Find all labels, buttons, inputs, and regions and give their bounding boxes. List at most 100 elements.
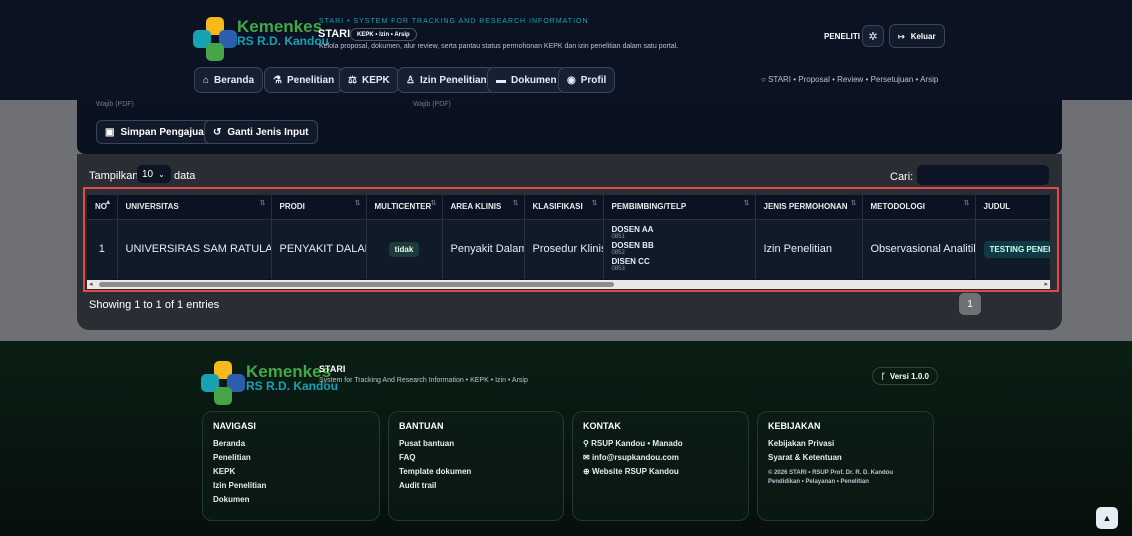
gear-icon: ✲ [868, 30, 878, 43]
footer-link-beranda[interactable]: Beranda [213, 437, 369, 451]
footer-kebijakan: KEBIJAKAN Kebijakan Privasi Syarat & Ket… [757, 411, 934, 521]
nav-penelitian[interactable]: ⚗ Penelitian [264, 67, 344, 93]
column-header-metodologi[interactable]: METODOLOGI ⇅ [862, 195, 976, 220]
footer-link-terms[interactable]: Syarat & Ketentuan [768, 451, 923, 465]
footer-link-audit-trail[interactable]: Audit trail [399, 479, 553, 493]
stamp-icon: ♙ [406, 74, 415, 86]
search-label: Cari: [890, 171, 914, 183]
app-name: STARI [318, 28, 351, 40]
folder-icon: ▬ [496, 74, 506, 86]
sort-icon: ⇅ [743, 200, 750, 207]
cell-pembimbing: DOSEN AA 0851 DOSEN BB 0852 DISEN CC 085… [603, 219, 756, 279]
research-table: NO ▲ UNIVERSITAS ⇅ PRODI ⇅ MULTICENTER ⇅ ARE… [87, 195, 1050, 279]
footer-link-pusat-bantuan[interactable]: Pusat bantuan [399, 437, 553, 451]
column-header-no[interactable]: NO ▲ [87, 195, 118, 220]
cell-universitas: UNIVERSIRAS SAM RATULANGI [117, 219, 272, 279]
footer-link-izin-penelitian[interactable]: Izin Penelitian [213, 479, 369, 493]
footer-copyright: © 2026 STARI • RSUP Prof. Dr. R. D. Kand… [768, 470, 893, 476]
upload-label-left: Wajib (PDF) [96, 101, 134, 108]
sort-icon: ⇅ [512, 200, 519, 207]
pembimbing-name: DOSEN AA [611, 225, 654, 235]
table-header-row: NO ▲ UNIVERSITAS ⇅ PRODI ⇅ MULTICENTER ⇅ ARE… [87, 195, 1050, 220]
sort-icon: ⇅ [850, 200, 857, 207]
footer-bantuan: BANTUAN Pusat bantuan FAQ Template dokum… [388, 411, 564, 521]
judul-badge: TESTING PENELITI [983, 240, 1050, 258]
cell-no: 1 [87, 219, 118, 279]
switch-input-button[interactable]: ↺ Ganti Jenis Input [204, 120, 318, 144]
data-table-scroll[interactable]: NO ▲ UNIVERSITAS ⇅ PRODI ⇅ MULTICENTER ⇅ ARE… [87, 195, 1050, 280]
sort-icon: ⇅ [963, 200, 970, 207]
map-pin-icon: ⚲ [583, 439, 592, 448]
app-chip: KEPK • Izin • Arsip [350, 28, 417, 41]
mail-icon: ✉ [583, 453, 592, 462]
scroll-left-icon[interactable]: ◂ [89, 280, 93, 288]
cell-prodi: PENYAKIT DALAM [271, 219, 367, 279]
horizontal-scrollbar[interactable]: ◂ ▸ [87, 280, 1050, 289]
sort-asc-icon: ▲ [104, 199, 112, 206]
flask-icon: ⚗ [273, 74, 282, 86]
scroll-to-top-button[interactable]: ▲ [1096, 507, 1118, 529]
sort-icon: ⇅ [591, 200, 598, 207]
save-submission-button[interactable]: ▣ Simpan Pengajuan [96, 120, 219, 144]
footer-link-dokumen[interactable]: Dokumen [213, 493, 369, 507]
footer-link-kepk[interactable]: KEPK [213, 465, 369, 479]
scale-icon: ⚖ [348, 74, 357, 86]
search-input[interactable] [917, 165, 1049, 185]
footer-app-name: STARI [319, 364, 346, 374]
nav-profil[interactable]: ◉ Profil [558, 67, 616, 93]
show-prefix: Tampilkan [89, 170, 139, 182]
brand-name: Kemenkes RS R.D. Kandou [237, 17, 329, 48]
footer-email-link[interactable]: ✉ info@rsupkandou.com [583, 451, 738, 465]
column-header-universitas[interactable]: UNIVERSITAS ⇅ [117, 195, 272, 220]
nav-dokumen[interactable]: ▬ Dokumen [487, 67, 566, 93]
table-info: Showing 1 to 1 of 1 entries [89, 299, 220, 311]
cell-jenis-permohonan: Izin Penelitian [755, 219, 863, 279]
column-header-pembimbing[interactable]: PEMBIMBING/TELP ⇅ [603, 195, 756, 220]
column-header-multicenter[interactable]: MULTICENTER ⇅ [366, 195, 443, 220]
sort-icon: ⇅ [430, 200, 437, 207]
user-icon: ◉ [567, 74, 576, 86]
chevron-down-icon: ⌄ [158, 169, 165, 179]
table-row[interactable]: 1 UNIVERSIRAS SAM RATULANGI PENYAKIT DAL… [87, 219, 1050, 279]
show-suffix: data [174, 170, 196, 182]
footer-website-link[interactable]: ⊕ Website RSUP Kandou [583, 465, 738, 479]
branch-icon: ᚴ [881, 371, 886, 381]
save-icon: ▣ [105, 126, 115, 138]
page-size-select[interactable]: 10 ⌄ [137, 165, 171, 183]
column-header-area-klinis[interactable]: AREA KLINIS ⇅ [442, 195, 525, 220]
nav-izin-penelitian[interactable]: ♙ Izin Penelitian [397, 67, 496, 93]
cell-judul: TESTING PENELITI [975, 219, 1050, 279]
footer-link-template-dokumen[interactable]: Template dokumen [399, 465, 553, 479]
pagination-page-1[interactable]: 1 [959, 293, 981, 315]
pembimbing-name: DISEN CC [611, 257, 650, 267]
column-header-judul[interactable]: JUDUL [975, 195, 1050, 220]
footer-location: ⚲ RSUP Kandou • Manado [583, 439, 683, 448]
nav-beranda[interactable]: ⌂ Beranda [194, 67, 264, 93]
footer-kontak: KONTAK ⚲ RSUP Kandou • Manado ✉ info@rsu… [572, 411, 749, 521]
scroll-right-icon[interactable]: ▸ [1044, 280, 1048, 288]
cell-metodologi: Observasional Analitik [862, 219, 976, 279]
app-tagline: STARI • SYSTEM FOR TRACKING AND RESEARCH… [319, 18, 589, 25]
settings-button[interactable]: ✲ [862, 25, 884, 47]
footer-link-faq[interactable]: FAQ [399, 451, 553, 465]
footer-logo [201, 361, 245, 405]
pembimbing-phone: 0853 [611, 266, 625, 273]
footer-link-penelitian[interactable]: Penelitian [213, 451, 369, 465]
footer-subtitle: System for Tracking And Research Informa… [319, 377, 528, 384]
footer-navigasi: NAVIGASI Beranda Penelitian KEPK Izin Pe… [202, 411, 380, 521]
footer-link-privacy[interactable]: Kebijakan Privasi [768, 437, 923, 451]
flow-breadcrumb: ○ STARI • Proposal • Review • Persetujua… [761, 75, 939, 84]
logout-button[interactable]: ↦ Keluar [889, 24, 945, 48]
chevron-up-icon: ▲ [1102, 513, 1112, 523]
nav-kepk[interactable]: ⚖ KEPK [339, 67, 399, 93]
scrollbar-thumb[interactable] [99, 282, 614, 287]
column-header-klasifikasi[interactable]: KLASIFIKASI ⇅ [524, 195, 604, 220]
cell-area-klinis: Penyakit Dalam [442, 219, 525, 279]
logout-icon: ↦ [898, 31, 905, 41]
pembimbing-phone: 0852 [611, 250, 625, 257]
circle-icon: ○ [761, 75, 769, 84]
footer [0, 341, 1132, 536]
column-header-jenis-permohonan[interactable]: JENIS PERMOHONAN ⇅ [755, 195, 863, 220]
column-header-prodi[interactable]: PRODI ⇅ [271, 195, 367, 220]
cell-klasifikasi: Prosedur Klinis [524, 219, 604, 279]
